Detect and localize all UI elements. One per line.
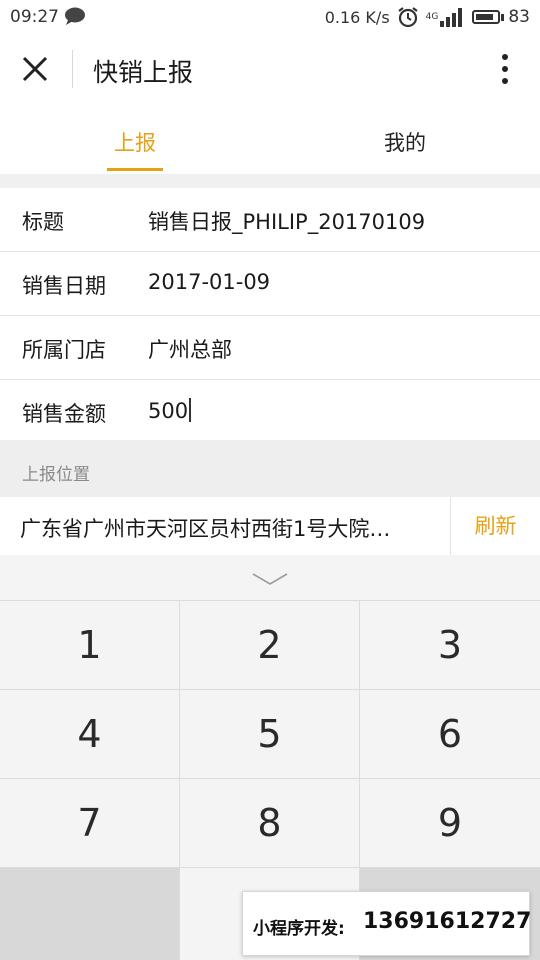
more-options-button[interactable] <box>490 50 520 90</box>
key-7[interactable]: 7 <box>0 779 179 867</box>
location-section-title: 上报位置 <box>22 465 90 485</box>
battery-icon <box>472 10 501 24</box>
form-label: 标题 <box>22 210 64 234</box>
section-gap <box>0 174 540 188</box>
developer-contact-overlay: 小程序开发: 13691612727 <box>242 891 532 956</box>
watermark-label: 小程序开发: <box>253 919 345 939</box>
keypad-collapse-button[interactable] <box>0 555 540 600</box>
key-5[interactable]: 5 <box>180 690 359 778</box>
title-bar: 快销上报 <box>0 34 540 106</box>
key-blank[interactable] <box>0 868 179 960</box>
form-row-title[interactable]: 标题 销售日报_PHILIP_20170109 <box>0 188 540 252</box>
network-type: 4G <box>425 12 439 22</box>
key-1[interactable]: 1 <box>0 601 179 689</box>
form-label: 所属门店 <box>22 338 106 362</box>
store-field[interactable]: 广州总部 <box>148 334 232 364</box>
status-right: 0.16 K/s 4G 83 <box>325 6 530 28</box>
battery-nub <box>501 13 505 21</box>
title-field[interactable]: 销售日报_PHILIP_20170109 <box>148 206 425 236</box>
title-divider <box>72 50 73 88</box>
battery-percent: 83 <box>508 7 530 27</box>
watermark-phone: 13691612727 <box>363 909 532 934</box>
status-bar: 09:27 0.16 K/s 4G 83 <box>0 0 540 34</box>
key-4[interactable]: 4 <box>0 690 179 778</box>
more-vertical-icon <box>502 54 508 84</box>
chevron-down-icon <box>252 573 288 585</box>
location-address: 广东省广州市天河区员村西街1号大院… <box>20 517 391 541</box>
status-time: 09:27 <box>10 7 59 27</box>
form-row-date[interactable]: 销售日期 2017-01-09 <box>0 252 540 316</box>
refresh-location-button[interactable]: 刷新 <box>451 497 540 555</box>
report-form: 标题 销售日报_PHILIP_20170109 销售日期 2017-01-09 … <box>0 188 540 443</box>
alarm-icon <box>397 7 418 28</box>
location-row: 广东省广州市天河区员村西街1号大院… 刷新 <box>0 497 540 555</box>
close-button[interactable] <box>16 52 56 88</box>
text-caret <box>189 398 192 422</box>
form-row-store[interactable]: 所属门店 广州总部 <box>0 316 540 380</box>
key-9[interactable]: 9 <box>360 779 540 867</box>
signal-icon <box>440 8 463 27</box>
net-speed: 0.16 K/s <box>324 7 390 27</box>
form-label: 销售日期 <box>22 274 106 298</box>
sales-amount-value: 500 <box>148 399 189 423</box>
tab-mine[interactable]: 我的 <box>270 106 540 174</box>
form-label: 销售金额 <box>22 402 106 426</box>
tab-report[interactable]: 上报 <box>0 106 270 174</box>
active-tab-indicator <box>107 168 163 171</box>
close-icon <box>22 56 48 82</box>
form-row-amount[interactable]: 销售金额 500 <box>0 380 540 443</box>
key-2[interactable]: 2 <box>180 601 359 689</box>
tab-bar: 上报 我的 <box>0 106 540 174</box>
sales-date-field[interactable]: 2017-01-09 <box>148 270 270 294</box>
key-3[interactable]: 3 <box>360 601 540 689</box>
page-title: 快销上报 <box>93 58 194 87</box>
battery-indicator: 83 <box>472 7 530 27</box>
key-6[interactable]: 6 <box>360 690 540 778</box>
chat-bubble-icon <box>65 7 85 25</box>
sales-amount-input[interactable]: 500 <box>148 398 192 423</box>
battery-fill <box>476 14 493 20</box>
location-section-header: 上报位置 <box>0 440 540 497</box>
key-8[interactable]: 8 <box>180 779 359 867</box>
